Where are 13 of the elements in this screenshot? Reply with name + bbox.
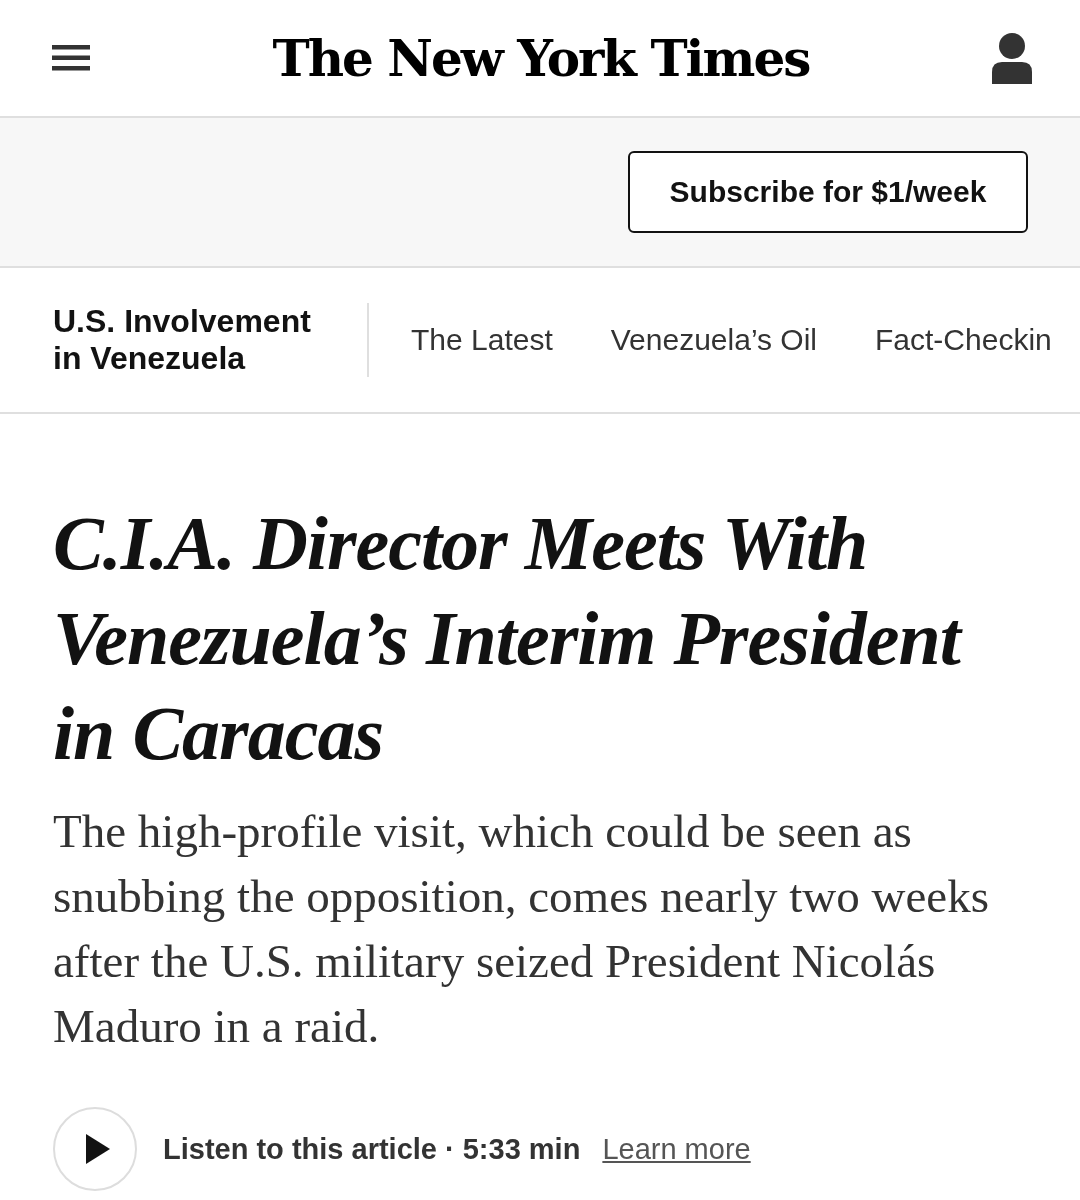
nav-tab[interactable]: Venezuela’s Oil	[610, 323, 817, 357]
headline: C.I.A. Director Meets With Venezuela’s Interim President in Caracas	[53, 496, 1020, 781]
play-icon	[86, 1134, 110, 1164]
listen-label: Listen to this article · 5:33 min	[163, 1132, 581, 1166]
section-title[interactable]: U.S. Involvement in Venezuela	[53, 303, 343, 377]
summary-text: The high-profile visit, which could be seen as snubbing the opposition, comes nearly two weeks after the U.S. military seized President Nicolás Maduro in a raid.	[53, 804, 990, 1054]
learn-more-link[interactable]: Learn more	[602, 1132, 751, 1166]
site-logo[interactable]: The New York Times	[272, 28, 810, 88]
menu-icon[interactable]	[52, 45, 90, 71]
subscribe-button[interactable]: Subscribe for $1/week	[628, 151, 1028, 233]
nav-tab[interactable]: The Latest	[411, 323, 553, 357]
account-icon[interactable]	[992, 32, 1032, 84]
nav-tab[interactable]: Fact-Checkin	[875, 323, 1052, 357]
